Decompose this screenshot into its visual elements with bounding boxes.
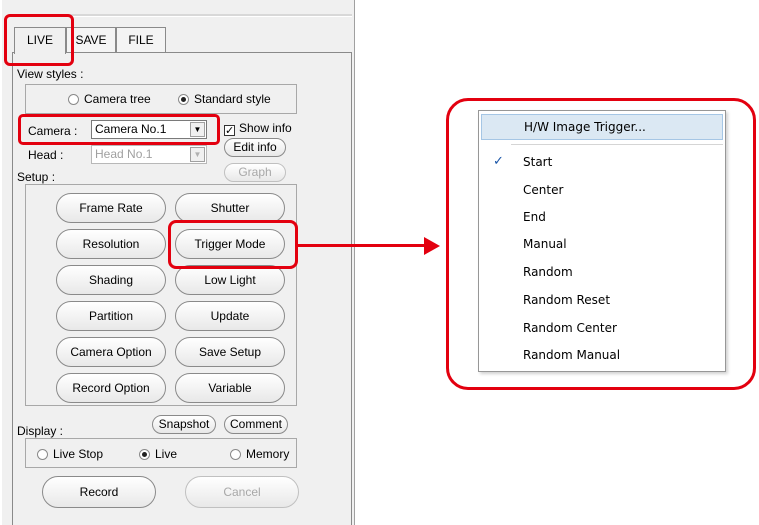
cancel-button[interactable]: Cancel [185, 476, 299, 508]
camera-highlight [18, 114, 220, 145]
menu-item-end[interactable]: End [481, 204, 723, 230]
shading-button[interactable]: Shading [56, 265, 166, 295]
menu-item-manual[interactable]: Manual [481, 231, 723, 257]
trigger-mode-highlight [168, 220, 298, 269]
display-label: Display : [17, 424, 64, 438]
head-select[interactable]: Head No.1 ▼ [91, 145, 207, 164]
radio-icon [37, 449, 48, 460]
standard-style-radio[interactable]: Standard style [178, 92, 271, 106]
camera-tree-label: Camera tree [84, 92, 151, 106]
update-button[interactable]: Update [175, 301, 285, 331]
comment-button[interactable]: Comment [224, 415, 288, 434]
variable-button[interactable]: Variable [175, 373, 285, 403]
live-stop-radio[interactable]: Live Stop [37, 447, 103, 461]
partition-button[interactable]: Partition [56, 301, 166, 331]
view-styles-label: View styles : [17, 67, 84, 81]
memory-label: Memory [246, 447, 290, 461]
menu-item-random-center[interactable]: Random Center [481, 315, 723, 341]
camera-option-button[interactable]: Camera Option [56, 337, 166, 367]
menu-item-random[interactable]: Random [481, 259, 723, 285]
show-info-label: Show info [239, 121, 292, 135]
checkbox-checked-icon: ✓ [224, 125, 235, 137]
head-select-value: Head No.1 [95, 147, 153, 161]
save-setup-button[interactable]: Save Setup [175, 337, 285, 367]
memory-radio[interactable]: Memory [230, 447, 289, 461]
head-label: Head : [28, 148, 64, 162]
menu-separator [511, 144, 723, 145]
menu-item-label: Start [523, 155, 553, 169]
arrow-right-icon [424, 237, 440, 255]
menu-item-center[interactable]: Center [481, 177, 723, 203]
standard-style-label: Standard style [194, 92, 271, 106]
chevron-down-icon[interactable]: ▼ [190, 147, 205, 162]
live-stop-label: Live Stop [53, 447, 104, 461]
radio-icon [68, 94, 79, 105]
menu-item-hw-image-trigger[interactable]: H/W Image Trigger... [481, 114, 723, 140]
check-icon: ✓ [493, 154, 504, 169]
graph-button[interactable]: Graph [224, 163, 286, 182]
tab-file[interactable]: FILE [116, 27, 166, 52]
live-label: Live [155, 447, 178, 461]
setup-label: Setup : [17, 170, 56, 184]
frame-rate-button[interactable]: Frame Rate [56, 193, 166, 223]
record-option-button[interactable]: Record Option [56, 373, 166, 403]
camera-tree-radio[interactable]: Camera tree [68, 92, 151, 106]
radio-selected-icon [139, 449, 150, 460]
live-radio[interactable]: Live [139, 447, 177, 461]
live-control-panel: LIVE SAVE FILE View styles : Camera tree… [2, 0, 355, 525]
low-light-button[interactable]: Low Light [175, 265, 285, 295]
resolution-button[interactable]: Resolution [56, 229, 166, 259]
show-info-checkbox[interactable]: ✓ Show info [224, 121, 292, 137]
radio-selected-icon [178, 94, 189, 105]
radio-icon [230, 449, 241, 460]
menu-item-random-manual[interactable]: Random Manual [481, 342, 723, 368]
shutter-button[interactable]: Shutter [175, 193, 285, 223]
menu-item-start[interactable]: ✓ Start [481, 149, 723, 175]
menu-item-random-reset[interactable]: Random Reset [481, 287, 723, 313]
connector-arrow-line [295, 244, 425, 247]
edit-info-button[interactable]: Edit info [224, 138, 286, 157]
trigger-mode-menu: H/W Image Trigger... ✓ Start Center End … [478, 110, 726, 372]
record-button[interactable]: Record [42, 476, 156, 508]
snapshot-button[interactable]: Snapshot [152, 415, 216, 434]
live-tab-highlight [4, 14, 74, 66]
